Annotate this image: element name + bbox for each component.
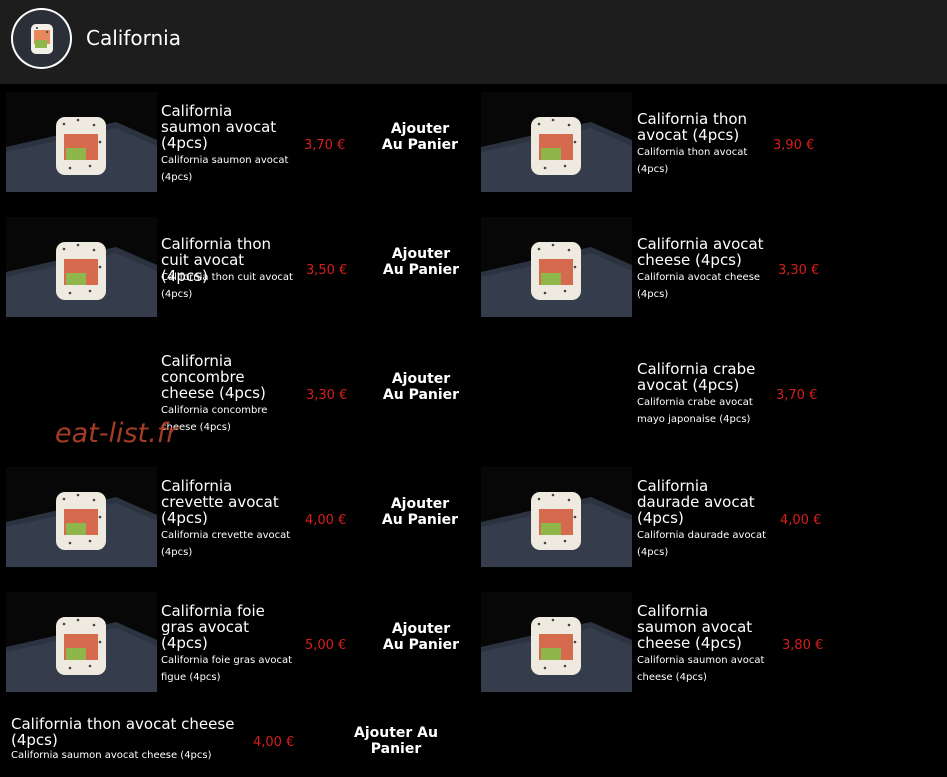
item-description: California daurade avocat (4pcs): [637, 530, 767, 558]
item-description: California avocat cheese (4pcs): [637, 272, 761, 300]
item-image: [481, 217, 632, 317]
add-to-cart-button[interactable]: Ajouter Au Panier: [381, 371, 461, 403]
item-name: California saumon avocat (4pcs): [161, 102, 277, 152]
item-name: California daurade avocat (4pcs): [637, 477, 755, 527]
page-title: California: [86, 26, 181, 50]
item-name: California thon avocat cheese (4pcs): [11, 715, 235, 749]
item-name: California avocat cheese (4pcs): [637, 235, 764, 269]
add-to-cart-button[interactable]: Ajouter Au Panier: [381, 246, 461, 278]
sushi-roll-icon: [13, 10, 70, 67]
add-to-cart-button[interactable]: Ajouter Au Panier: [381, 621, 461, 653]
item-description: California concombre cheese (4pcs): [161, 405, 268, 433]
item-name: California crabe avocat (4pcs): [637, 360, 756, 394]
item-image: [481, 592, 632, 692]
sushi-roll-icon: [6, 92, 157, 192]
item-name: California thon avocat (4pcs): [637, 110, 748, 144]
item-description: California saumon avocat cheese (4pcs): [11, 750, 212, 761]
item-price: 4,00 €: [305, 513, 347, 528]
item-image: [6, 467, 157, 567]
category-avatar: [11, 8, 72, 69]
item-description: California crabe avocat mayo japonaise (…: [637, 397, 753, 425]
sushi-roll-icon: [6, 592, 157, 692]
add-to-cart-button[interactable]: Ajouter Au Panier: [380, 121, 460, 153]
item-image: [6, 592, 157, 692]
item-price: 4,00 €: [780, 513, 822, 528]
item-description: California saumon avocat cheese (4pcs): [637, 655, 765, 683]
item-price: 3,30 €: [306, 388, 348, 403]
item-name: California concombre cheese (4pcs): [161, 352, 266, 402]
item-image: [481, 92, 632, 192]
item-image: [6, 92, 157, 192]
header-bar: California: [0, 0, 947, 84]
item-price: 3,70 €: [776, 388, 818, 403]
item-name: California foie gras avocat (4pcs): [161, 602, 265, 652]
sushi-roll-icon: [481, 217, 632, 317]
item-price: 3,50 €: [306, 263, 348, 278]
item-image: [481, 467, 632, 567]
item-price: 3,90 €: [773, 138, 815, 153]
sushi-roll-icon: [6, 217, 157, 317]
item-name: California saumon avocat cheese (4pcs): [637, 602, 753, 652]
sushi-roll-icon: [481, 92, 632, 192]
item-image: [6, 217, 157, 317]
item-price: 3,80 €: [782, 638, 824, 653]
item-name: California crevette avocat (4pcs): [161, 477, 279, 527]
add-to-cart-button[interactable]: Ajouter Au Panier: [350, 725, 442, 757]
item-price: 4,00 €: [253, 735, 295, 750]
item-description: California foie gras avocat figue (4pcs): [161, 655, 293, 683]
watermark-logo: eat-list.fr: [55, 418, 178, 449]
item-description: California crevette avocat (4pcs): [161, 530, 291, 558]
sushi-roll-icon: [481, 467, 632, 567]
item-price: 3,30 €: [778, 263, 820, 278]
add-to-cart-button[interactable]: Ajouter Au Panier: [380, 496, 460, 528]
item-price: 5,00 €: [305, 638, 347, 653]
item-description: California thon avocat (4pcs): [637, 147, 748, 175]
sushi-roll-icon: [6, 467, 157, 567]
sushi-roll-icon: [481, 592, 632, 692]
item-description: California saumon avocat (4pcs): [161, 155, 289, 183]
item-price: 3,70 €: [304, 138, 346, 153]
item-description: California thon cuit avocat (4pcs): [161, 272, 293, 300]
